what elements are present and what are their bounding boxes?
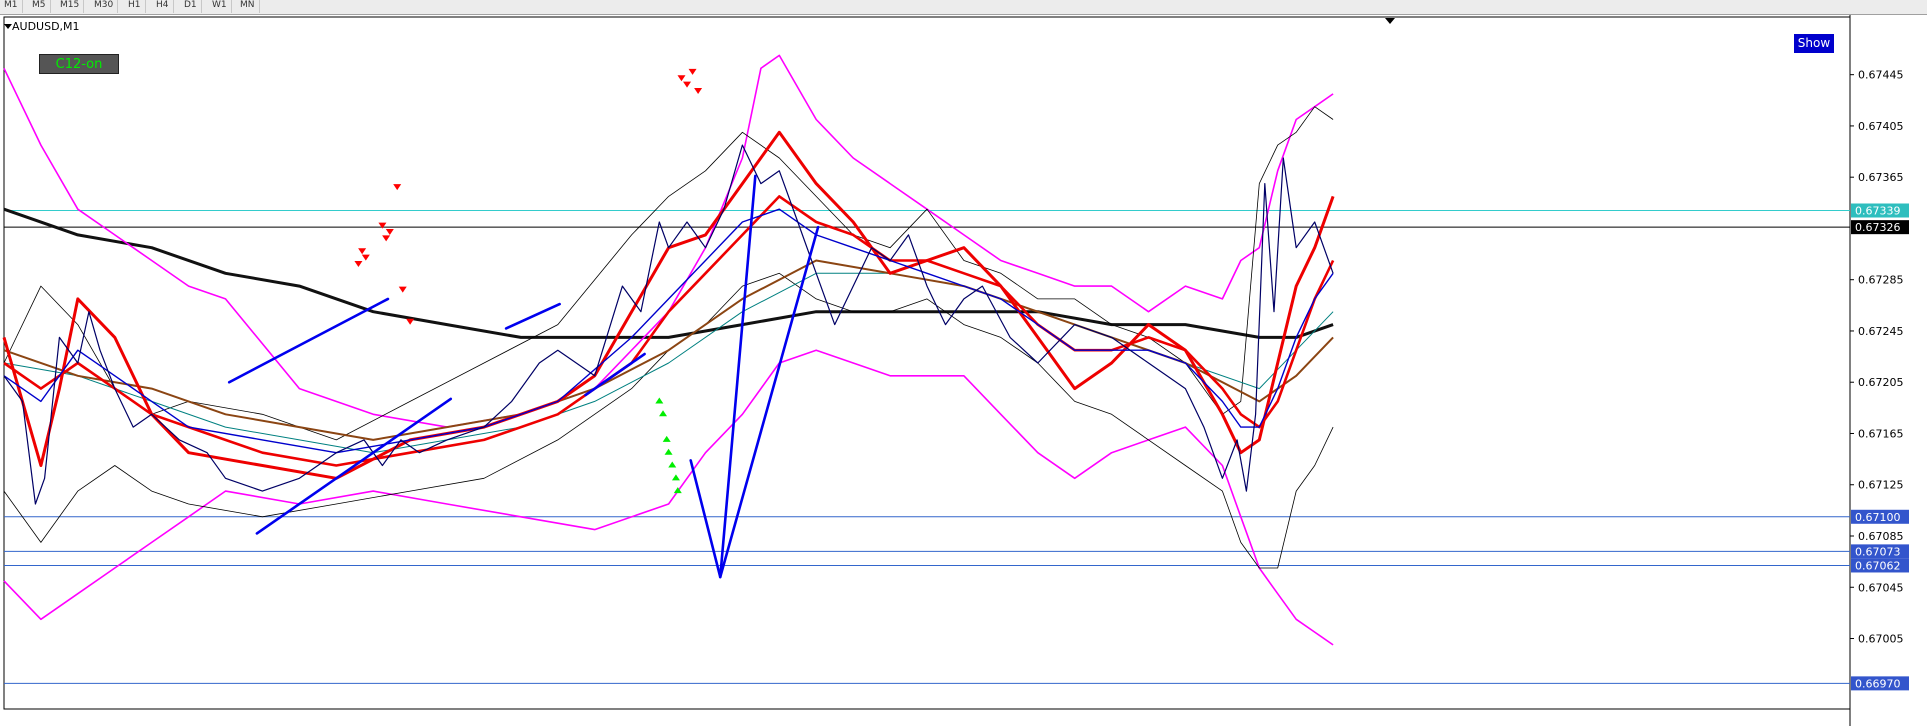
tab-m5[interactable]: M5 — [28, 0, 51, 13]
trend-line — [689, 459, 722, 579]
y-tick-label: 0.67405 — [1858, 120, 1904, 133]
series-ma-red-slow — [3, 195, 1335, 467]
tab-d1[interactable]: D1 — [180, 0, 202, 13]
sell-signal-arrow — [358, 248, 367, 255]
sell-signal-arrow — [378, 222, 387, 229]
y-tick-label: 0.67445 — [1858, 69, 1904, 82]
buy-signal-arrow — [668, 461, 677, 468]
sell-signal-arrow — [393, 184, 402, 191]
series-ma-blue — [3, 208, 1334, 454]
tab-h4[interactable]: H4 — [152, 0, 174, 13]
series-bollinger-outer-lower — [3, 349, 1334, 646]
series-ma-red-fast — [2, 130, 1335, 480]
show-button[interactable]: Show — [1794, 34, 1834, 53]
price-label-text: 0.66970 — [1855, 677, 1901, 690]
y-tick-label: 0.67045 — [1858, 581, 1904, 594]
sell-signal-arrow — [688, 68, 697, 75]
buy-signal-arrow — [659, 410, 668, 417]
sell-signal-arrow — [361, 254, 370, 261]
sell-signal-arrow — [398, 286, 407, 293]
y-tick-label: 0.67245 — [1858, 325, 1904, 338]
y-tick-label: 0.67205 — [1858, 376, 1904, 389]
y-tick-label: 0.67005 — [1858, 633, 1904, 646]
buy-signal-arrow — [662, 435, 671, 442]
sell-signal-arrow — [677, 75, 686, 82]
y-tick-label: 0.67125 — [1858, 479, 1904, 492]
y-tick-label: 0.67165 — [1858, 427, 1904, 440]
sell-signal-arrow — [354, 261, 363, 268]
tab-m15[interactable]: M15 — [56, 0, 85, 13]
price-label-text: 0.67062 — [1855, 559, 1901, 572]
trend-line — [255, 397, 453, 535]
y-tick-label: 0.67085 — [1858, 530, 1904, 543]
price-label-text: 0.67100 — [1855, 511, 1901, 524]
timeframe-toolbar: M1 M5 M15 M30 H1 H4 D1 W1 MN — [0, 0, 1927, 15]
tab-m1[interactable]: M1 — [0, 0, 23, 13]
chart-area[interactable]: 0.67445 0.67405 0.67365 0.67285 0.67245 0.672… — [0, 15, 1927, 726]
symbol-dropdown-icon[interactable] — [4, 24, 12, 29]
trend-line — [227, 297, 390, 384]
series-ma-teal — [3, 272, 1334, 454]
y-tick-label: 0.67365 — [1858, 171, 1904, 184]
buy-signal-arrow — [655, 397, 664, 404]
series-bollinger-inner-upper — [3, 106, 1334, 441]
price-label-text: 0.67339 — [1855, 205, 1901, 218]
tab-w1[interactable]: W1 — [208, 0, 232, 13]
sell-signal-arrow — [382, 235, 391, 242]
trend-line — [504, 302, 561, 330]
y-tick-label: 0.67285 — [1858, 274, 1904, 287]
series-bollinger-inner-lower — [3, 272, 1334, 569]
plot-frame — [3, 16, 1851, 710]
shift-marker-icon[interactable] — [1385, 18, 1395, 24]
price-chart[interactable]: 0.67445 0.67405 0.67365 0.67285 0.67245 0.672… — [0, 15, 1927, 726]
series-bollinger-outer-upper — [3, 54, 1334, 428]
sell-signal-arrow — [683, 81, 692, 88]
series-ma-long — [3, 207, 1334, 339]
indicator-badge[interactable]: C12-on — [39, 54, 119, 74]
sell-signal-arrow — [385, 229, 394, 236]
symbol-label: AUDUSD,M1 — [12, 20, 80, 33]
buy-signal-arrow — [664, 448, 673, 455]
sell-signal-arrow — [694, 88, 703, 95]
sell-signal-arrow — [406, 318, 415, 325]
buy-signal-arrow — [671, 474, 680, 481]
price-label-text: 0.67073 — [1855, 545, 1901, 558]
tab-mn[interactable]: MN — [236, 0, 260, 13]
price-label-text: 0.67326 — [1855, 221, 1901, 234]
tab-h1[interactable]: H1 — [124, 0, 146, 13]
tab-m30[interactable]: M30 — [90, 0, 119, 13]
